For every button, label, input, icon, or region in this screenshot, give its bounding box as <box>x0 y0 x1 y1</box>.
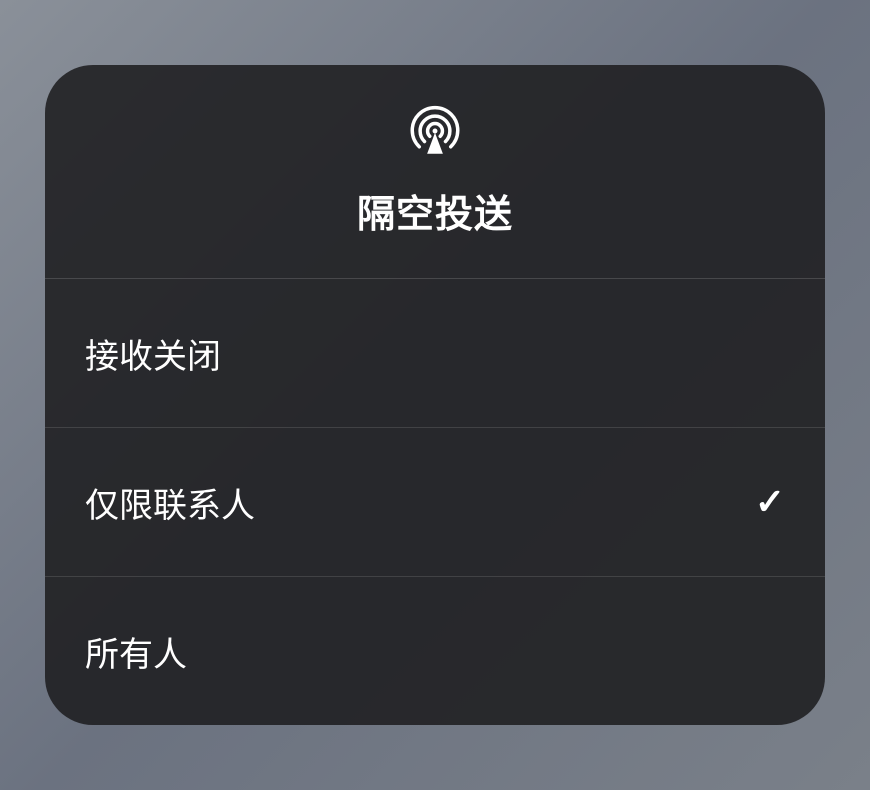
panel-title: 隔空投送 <box>357 183 513 238</box>
option-receiving-off[interactable]: 接收关闭 ✓ <box>45 279 825 428</box>
checkmark-icon: ✓ <box>755 481 785 523</box>
option-label: 所有人 <box>85 627 187 676</box>
option-label: 接收关闭 <box>85 329 221 378</box>
airdrop-settings-panel: 隔空投送 接收关闭 ✓ 仅限联系人 ✓ 所有人 ✓ <box>45 65 825 725</box>
airdrop-icon <box>407 103 463 159</box>
option-everyone[interactable]: 所有人 ✓ <box>45 577 825 725</box>
option-contacts-only[interactable]: 仅限联系人 ✓ <box>45 428 825 577</box>
option-label: 仅限联系人 <box>85 478 255 527</box>
options-list: 接收关闭 ✓ 仅限联系人 ✓ 所有人 ✓ <box>45 279 825 725</box>
panel-header: 隔空投送 <box>45 65 825 279</box>
